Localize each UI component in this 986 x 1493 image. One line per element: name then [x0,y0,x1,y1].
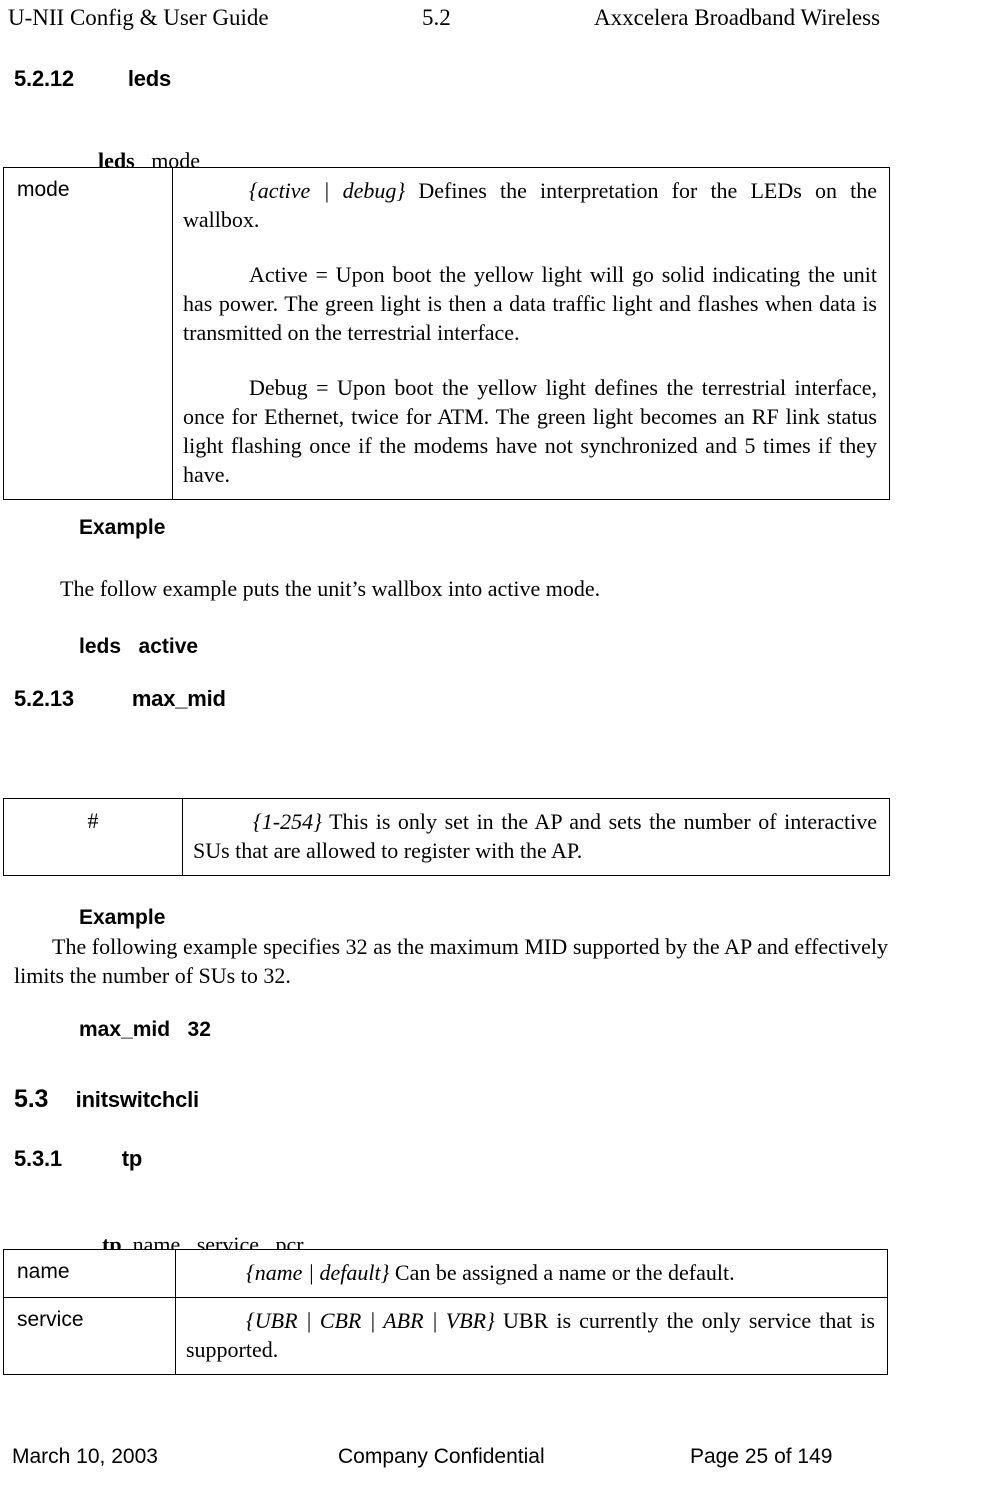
page-header: U-NII Config & User Guide 5.2 Axxcelera … [0,4,986,34]
example-text-max-mid: The following example specifies 32 as th… [14,934,888,988]
heading-5-2-13-max-mid: 5.2.13 max_mid [14,686,226,712]
example-label-leds: Example [79,516,166,539]
document-page: U-NII Config & User Guide 5.2 Axxcelera … [0,0,986,1493]
table-cell-param: name [4,1250,176,1297]
description-paragraph-active: Active = Upon boot the yellow light will… [183,262,877,345]
heading-5-3-initswitchcli: 5.3 initswitchcli [14,1084,199,1115]
table-cell-description: {name | default} Can be assigned a name … [176,1250,887,1297]
heading-number: 5.2.12 [14,66,74,91]
table-cell-param: # [4,799,183,875]
param-values-italic: {1-254} [253,809,322,834]
header-left-text: U-NII Config & User Guide [8,5,269,30]
footer-confidential: Company Confidential [338,1445,545,1468]
param-table-leds: mode {active | debug} Defines the interp… [3,167,890,500]
param-table-tp: name {name | default} Can be assigned a … [3,1249,888,1375]
table-cell-param: service [4,1298,176,1374]
description-paragraph-definition: {name | default} Can be assigned a name … [186,1258,875,1287]
param-definition-text: Can be assigned a name or the default. [389,1260,735,1285]
table-row: service {UBR | CBR | ABR | VBR} UBR is c… [4,1297,887,1374]
heading-title: max_mid [131,686,226,711]
footer-page-number: Page 25 of 149 [690,1445,833,1468]
heading-number: 5.2.13 [14,686,74,711]
table-row: mode {active | debug} Defines the interp… [4,168,889,499]
param-values-italic: {active | debug} [249,178,406,203]
heading-title: tp [121,1146,143,1171]
table-row: # {1-254} This is only set in the AP and… [4,799,889,875]
heading-5-3-1-tp: 5.3.1 tp [14,1146,142,1172]
description-paragraph-definition: {UBR | CBR | ABR | VBR} UBR is currently… [186,1306,875,1364]
header-center-text: 5.2 [422,5,451,30]
heading-number: 5.3 [14,1085,49,1113]
table-row: name {name | default} Can be assigned a … [4,1250,887,1297]
description-paragraph-definition: {active | debug} Defines the interpretat… [183,176,877,234]
table-cell-description: {active | debug} Defines the interpretat… [173,168,889,499]
heading-5-2-12-leds: 5.2.12 leds [14,66,171,92]
table-cell-description: {1-254} This is only set in the AP and s… [183,799,889,875]
description-paragraph-debug: Debug = Upon boot the yellow light defin… [183,375,877,487]
example-command-max-mid: max_mid 32 [79,1018,211,1041]
page-footer: March 10, 2003 Company Confidential Page… [0,1443,986,1475]
table-cell-param: mode [4,168,173,499]
param-values-italic: {name | default} [246,1260,390,1285]
param-values-italic: {UBR | CBR | ABR | VBR} [246,1308,495,1333]
header-right-text: Axxcelera Broadband Wireless [594,5,881,30]
table-cell-description: {UBR | CBR | ABR | VBR} UBR is currently… [176,1298,887,1374]
example-label-max-mid: Example [79,906,166,929]
param-table-max-mid: # {1-254} This is only set in the AP and… [3,798,890,876]
heading-title: initswitchcli [75,1087,200,1112]
footer-date: March 10, 2003 [12,1445,158,1468]
description-paragraph-definition: {1-254} This is only set in the AP and s… [193,807,877,865]
heading-number: 5.3.1 [14,1146,62,1171]
example-text-leds: The follow example puts the unit’s wallb… [60,576,601,601]
heading-title: leds [127,66,172,91]
example-command-leds: leds active [79,635,199,658]
